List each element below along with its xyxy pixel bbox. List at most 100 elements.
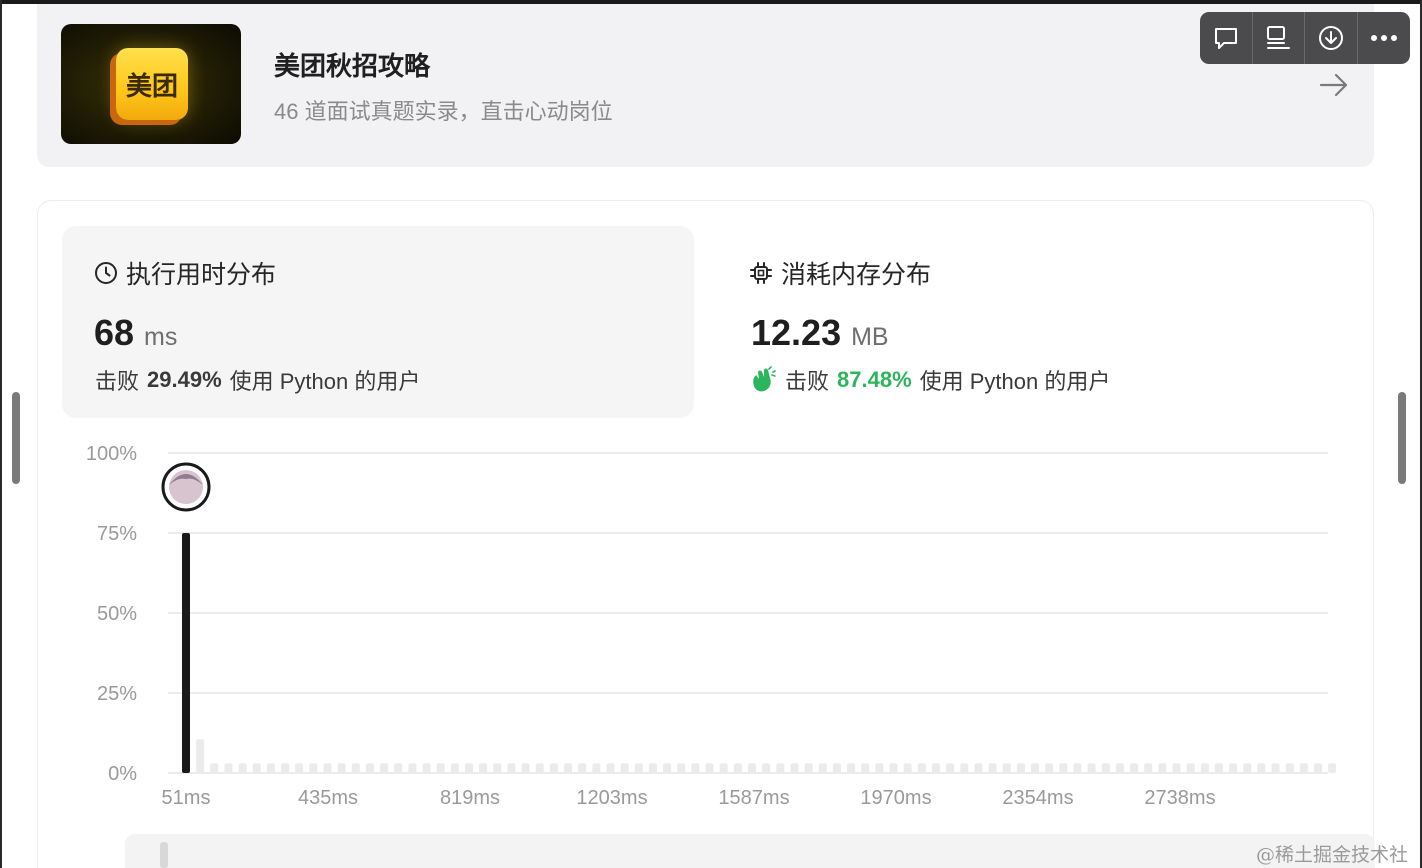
distribution-bar[interactable] bbox=[748, 763, 756, 773]
distribution-bar[interactable] bbox=[465, 763, 473, 773]
distribution-bar[interactable] bbox=[224, 763, 233, 773]
comment-button[interactable] bbox=[1200, 12, 1253, 64]
runtime-heading-label: 执行用时分布 bbox=[126, 261, 277, 289]
distribution-bar[interactable] bbox=[804, 763, 813, 773]
distribution-bar[interactable] bbox=[1271, 763, 1280, 773]
distribution-bar[interactable] bbox=[931, 763, 940, 773]
distribution-bar[interactable] bbox=[705, 763, 714, 773]
distribution-bar[interactable] bbox=[1045, 763, 1054, 773]
distribution-bar[interactable] bbox=[365, 763, 374, 773]
right-scrollbar[interactable] bbox=[1398, 392, 1406, 484]
distribution-bar[interactable] bbox=[408, 763, 417, 773]
distribution-bar[interactable] bbox=[847, 763, 856, 773]
distribution-bar[interactable] bbox=[309, 763, 318, 773]
distribution-bar[interactable] bbox=[507, 763, 516, 773]
distribution-bar[interactable] bbox=[903, 763, 912, 773]
memory-unit: MB bbox=[851, 323, 889, 351]
distribution-bar[interactable] bbox=[549, 763, 558, 773]
distribution-bar[interactable] bbox=[974, 763, 983, 773]
distribution-bar[interactable] bbox=[1158, 763, 1167, 773]
y-tick-label: 50% bbox=[97, 603, 137, 625]
distribution-bar[interactable] bbox=[606, 763, 615, 773]
distribution-bar[interactable] bbox=[1073, 763, 1082, 773]
distribution-bar[interactable] bbox=[1002, 763, 1011, 773]
distribution-bar[interactable] bbox=[252, 763, 261, 773]
distribution-bar[interactable] bbox=[493, 763, 502, 773]
distribution-bar[interactable] bbox=[323, 763, 332, 773]
distribution-bar[interactable] bbox=[564, 763, 573, 773]
distribution-bar[interactable] bbox=[1172, 763, 1181, 773]
distribution-bar[interactable] bbox=[776, 763, 785, 773]
distribution-bar[interactable] bbox=[889, 763, 898, 773]
distribution-bar[interactable] bbox=[1186, 763, 1195, 773]
distribution-bar[interactable] bbox=[592, 763, 601, 773]
highlight-bar[interactable] bbox=[182, 533, 190, 773]
distribution-bar[interactable] bbox=[394, 763, 403, 773]
memory-beats-suffix: 使用 Python 的用户 bbox=[919, 369, 1111, 394]
distribution-bar[interactable] bbox=[988, 763, 997, 773]
download-button[interactable] bbox=[1305, 12, 1358, 64]
distribution-bar[interactable] bbox=[1115, 763, 1124, 773]
runtime-distribution-chart[interactable]: 100% 75% 50% 25% 0% 51ms 435ms 819ms 1203ms 1587… bbox=[60, 440, 1350, 820]
distribution-bar[interactable] bbox=[790, 763, 799, 773]
promo-banner[interactable]: 美团 美团秋招攻略 46 道面试真题实录，直击心动岗位 bbox=[37, 4, 1374, 167]
distribution-bar[interactable] bbox=[1257, 763, 1266, 773]
distribution-bar[interactable] bbox=[946, 763, 955, 773]
distribution-bar[interactable] bbox=[818, 763, 827, 773]
distribution-bar[interactable] bbox=[634, 763, 643, 773]
distribution-bar[interactable] bbox=[479, 763, 488, 773]
outline-button[interactable] bbox=[1253, 12, 1305, 64]
distribution-bar[interactable] bbox=[422, 763, 431, 773]
distribution-bar[interactable] bbox=[238, 763, 247, 773]
distribution-bar[interactable] bbox=[380, 763, 389, 773]
distribution-bar[interactable] bbox=[1314, 763, 1322, 773]
distribution-bar[interactable] bbox=[875, 763, 884, 773]
arrow-right-icon[interactable] bbox=[1317, 68, 1351, 102]
distribution-bar[interactable] bbox=[832, 763, 841, 773]
distribution-bar[interactable] bbox=[861, 763, 870, 773]
distribution-bar[interactable] bbox=[1059, 763, 1068, 773]
more-button[interactable] bbox=[1358, 12, 1411, 64]
runtime-beats-prefix: 击败 bbox=[95, 369, 140, 394]
distribution-bar[interactable] bbox=[295, 763, 304, 773]
distribution-bar[interactable] bbox=[648, 763, 657, 773]
distribution-bar[interactable] bbox=[1016, 763, 1025, 773]
distribution-bar[interactable] bbox=[351, 763, 360, 773]
distribution-bar[interactable] bbox=[1031, 763, 1039, 773]
distribution-bar[interactable] bbox=[337, 763, 346, 773]
distribution-bar[interactable] bbox=[1144, 763, 1153, 773]
distribution-bar[interactable] bbox=[663, 763, 672, 773]
distribution-bar[interactable] bbox=[917, 763, 926, 773]
distribution-bar[interactable] bbox=[691, 763, 700, 773]
distribution-bar[interactable] bbox=[1328, 763, 1337, 773]
distribution-bar[interactable] bbox=[1200, 763, 1209, 773]
distribution-bar[interactable] bbox=[1130, 763, 1139, 773]
distribution-bar[interactable] bbox=[620, 763, 629, 773]
chart-handle[interactable] bbox=[160, 842, 168, 868]
distribution-bar[interactable] bbox=[266, 763, 275, 773]
left-scrollbar[interactable] bbox=[12, 392, 20, 484]
distribution-bar[interactable] bbox=[719, 763, 728, 773]
chart-marker bbox=[161, 462, 211, 512]
distribution-bar[interactable] bbox=[281, 763, 290, 773]
distribution-bar[interactable] bbox=[210, 763, 219, 773]
distribution-bar[interactable] bbox=[436, 763, 445, 773]
distribution-bar[interactable] bbox=[733, 763, 742, 773]
distribution-bar[interactable] bbox=[1214, 763, 1223, 773]
distribution-bar[interactable] bbox=[960, 763, 969, 773]
distribution-bar[interactable] bbox=[1229, 763, 1238, 773]
distribution-bar[interactable] bbox=[1243, 763, 1252, 773]
distribution-bar[interactable] bbox=[535, 763, 544, 773]
distribution-bar[interactable] bbox=[450, 763, 459, 773]
distribution-bar[interactable] bbox=[578, 763, 587, 773]
distribution-bar[interactable] bbox=[1101, 763, 1110, 773]
distribution-bar[interactable] bbox=[762, 763, 771, 773]
distribution-bar[interactable] bbox=[1285, 763, 1294, 773]
chart-grid bbox=[168, 452, 1328, 774]
user-avatar[interactable] bbox=[161, 462, 211, 512]
distribution-bar[interactable] bbox=[196, 739, 205, 773]
distribution-bar[interactable] bbox=[1299, 763, 1308, 773]
distribution-bar[interactable] bbox=[1087, 763, 1096, 773]
distribution-bar[interactable] bbox=[677, 763, 686, 773]
distribution-bar[interactable] bbox=[521, 763, 530, 773]
